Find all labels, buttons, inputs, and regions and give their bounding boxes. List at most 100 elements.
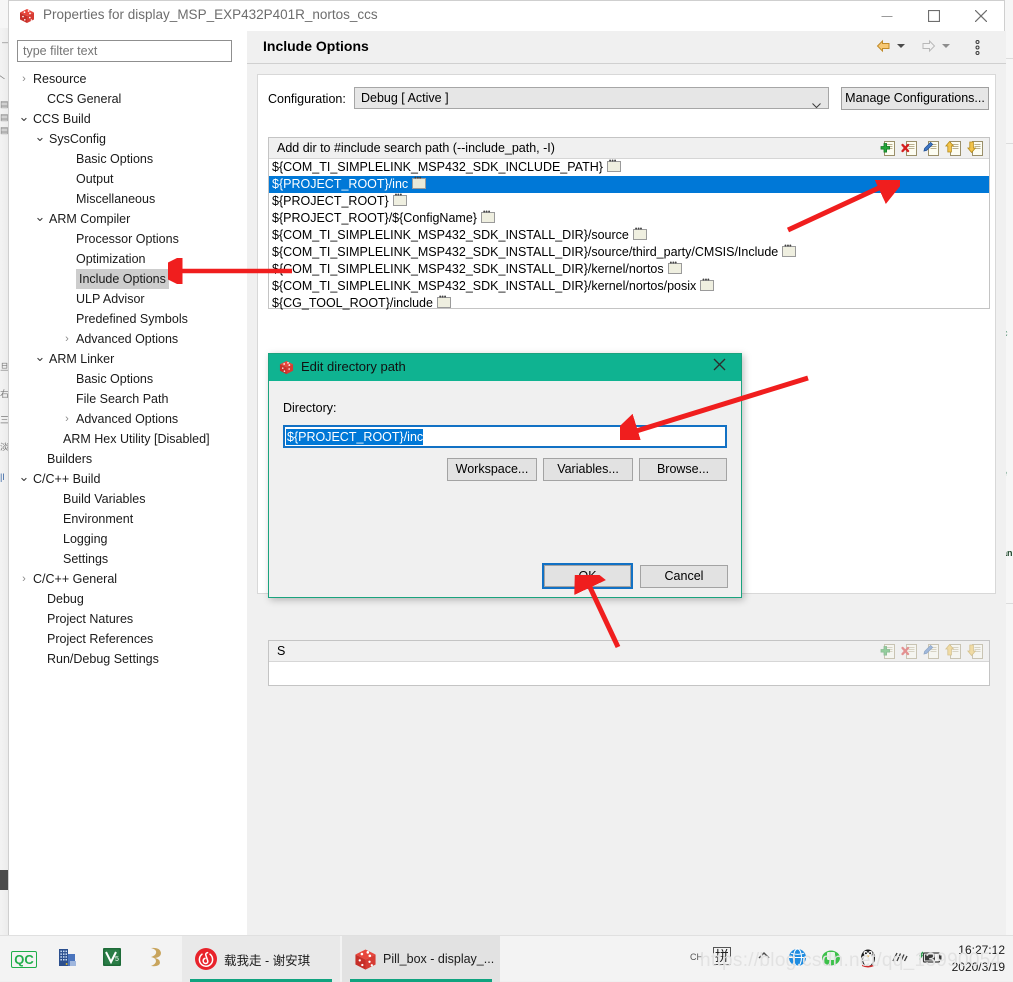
taskbar-icon-gold-app[interactable] [134, 936, 178, 982]
tree-item-run-debug-settings[interactable]: Run/Debug Settings [9, 649, 247, 669]
view-menu-icon[interactable] [975, 40, 980, 60]
tree-item-arm-hex-utility-disabled[interactable]: ARM Hex Utility [Disabled] [9, 429, 247, 449]
qq-penguin-icon[interactable] [859, 947, 877, 973]
chevron-down-icon[interactable]: ⌄ [33, 129, 47, 144]
chevron-right-icon[interactable]: › [60, 329, 74, 349]
variable-ellipsis-icon[interactable] [606, 156, 621, 173]
tree-item-basic-options[interactable]: Basic Options [9, 149, 247, 169]
add-path-icon[interactable] [879, 140, 897, 157]
tree-item-debug[interactable]: Debug [9, 589, 247, 609]
taskbar-icon-building[interactable] [46, 936, 90, 982]
move-down-icon[interactable] [966, 643, 985, 660]
tree-item-resource[interactable]: › Resource [9, 69, 247, 89]
filter-input[interactable] [17, 40, 232, 62]
delete-path-icon[interactable] [901, 643, 919, 660]
include-path-row[interactable]: ${COM_TI_SIMPLELINK_MSP432_SDK_INSTALL_D… [269, 275, 989, 295]
variable-ellipsis-icon[interactable] [392, 190, 407, 207]
include-path-row[interactable]: ${PROJECT_ROOT} [269, 190, 989, 210]
battery-icon[interactable] [918, 950, 943, 969]
delete-path-icon[interactable] [901, 140, 919, 157]
tree-item-arm-compiler[interactable]: ⌄ ARM Compiler [9, 209, 247, 229]
manage-configurations-button[interactable]: Manage Configurations... [841, 87, 989, 110]
tree-item-project-references[interactable]: Project References [9, 629, 247, 649]
back-arrow-icon[interactable] [876, 39, 891, 58]
include-path-row[interactable]: ${PROJECT_ROOT}/inc [269, 173, 989, 193]
include-path-row[interactable]: ${PROJECT_ROOT}/${ConfigName} [269, 207, 989, 227]
tree-item-c-c-general[interactable]: › C/C++ General [9, 569, 247, 589]
taskbar-app-netease-music[interactable]: 载我走 - 谢安琪 [182, 936, 340, 982]
tree-item-build-variables[interactable]: Build Variables [9, 489, 247, 509]
green-shield-icon[interactable] [821, 949, 841, 972]
forward-arrow-icon[interactable] [921, 39, 936, 58]
ok-button[interactable]: OK [544, 565, 631, 587]
chevron-down-icon[interactable]: ⌄ [33, 349, 47, 364]
tree-item-builders[interactable]: Builders [9, 449, 247, 469]
clock[interactable]: 16:27:12 2020/3/19 [952, 942, 1005, 976]
tree-item-settings[interactable]: Settings [9, 549, 247, 569]
tree-item-ulp-advisor[interactable]: ULP Advisor [9, 289, 247, 309]
tree-item-c-c-build[interactable]: ⌄ C/C++ Build [9, 469, 247, 489]
variable-ellipsis-icon[interactable] [700, 275, 715, 292]
tree-item-file-search-path[interactable]: File Search Path [9, 389, 247, 409]
close-icon[interactable] [958, 1, 1004, 31]
tree-item-arm-linker[interactable]: ⌄ ARM Linker [9, 349, 247, 369]
tree-item-environment[interactable]: Environment [9, 509, 247, 529]
variables-button[interactable]: Variables... [543, 458, 633, 481]
globe-icon[interactable] [788, 948, 807, 972]
variable-ellipsis-icon[interactable] [480, 207, 495, 224]
include-path-row[interactable]: ${COM_TI_SIMPLELINK_MSP432_SDK_INSTALL_D… [269, 258, 989, 278]
include-path-row[interactable]: ${COM_TI_SIMPLELINK_MSP432_SDK_INSTALL_D… [269, 241, 989, 261]
tree-item-predefined-symbols[interactable]: Predefined Symbols [9, 309, 247, 329]
minimize-button[interactable] [864, 1, 910, 31]
wifi-icon[interactable] [891, 950, 909, 969]
tree-item-output[interactable]: Output [9, 169, 247, 189]
include-path-list[interactable]: ${COM_TI_SIMPLELINK_MSP432_SDK_INCLUDE_P… [269, 156, 989, 312]
back-dropdown-caret-icon[interactable] [897, 44, 905, 48]
tree-item-sysconfig[interactable]: ⌄ SysConfig [9, 129, 247, 149]
chevron-right-icon[interactable]: › [17, 569, 31, 589]
tree-item-optimization[interactable]: Optimization [9, 249, 247, 269]
tree-item-ccs-general[interactable]: CCS General [9, 89, 247, 109]
workspace-button[interactable]: Workspace... [447, 458, 537, 481]
variable-ellipsis-icon[interactable] [667, 258, 682, 275]
variable-ellipsis-icon[interactable] [436, 292, 451, 309]
variable-ellipsis-icon[interactable] [632, 224, 647, 241]
chevron-right-icon[interactable]: › [60, 409, 74, 429]
close-icon[interactable] [713, 358, 733, 377]
variable-ellipsis-icon[interactable] [412, 173, 427, 190]
lang-ch-indicator[interactable]: CH [690, 952, 703, 962]
ime-pinyin-icon[interactable]: 拼 [713, 947, 731, 965]
move-up-icon[interactable] [944, 643, 963, 660]
directory-input[interactable]: ${PROJECT_ROOT}/inc [283, 425, 727, 448]
chevron-down-icon[interactable]: ⌄ [17, 469, 31, 484]
tree-item-logging[interactable]: Logging [9, 529, 247, 549]
tree-item-advanced-options[interactable]: › Advanced Options [9, 409, 247, 429]
move-up-icon[interactable] [944, 140, 963, 157]
chevron-down-icon[interactable]: ⌄ [17, 109, 31, 124]
move-down-icon[interactable] [966, 140, 985, 157]
include-path-row[interactable]: ${COM_TI_SIMPLELINK_MSP432_SDK_INSTALL_D… [269, 224, 989, 244]
taskbar-icon-qc[interactable]: QC [2, 936, 46, 982]
taskbar-app-ccs[interactable]: Pill_box - display_... [342, 936, 500, 982]
cancel-button[interactable]: Cancel [640, 565, 728, 588]
edit-path-icon[interactable] [923, 643, 941, 660]
tree-item-include-options[interactable]: Include Options [9, 269, 247, 289]
configuration-select[interactable]: Debug [ Active ] [354, 87, 829, 109]
chevron-down-icon[interactable]: ⌄ [33, 209, 47, 224]
include-path-row[interactable]: ${COM_TI_SIMPLELINK_MSP432_SDK_INCLUDE_P… [269, 156, 989, 176]
tree-item-processor-options[interactable]: Processor Options [9, 229, 247, 249]
maximize-button[interactable] [911, 1, 957, 31]
show-hidden-icons-chevron[interactable] [757, 949, 771, 968]
variable-ellipsis-icon[interactable] [782, 241, 797, 258]
chevron-right-icon[interactable]: › [17, 69, 31, 89]
taskbar-icon-v5[interactable]: 5 [90, 936, 134, 982]
tree-item-advanced-options[interactable]: › Advanced Options [9, 329, 247, 349]
tree-item-miscellaneous[interactable]: Miscellaneous [9, 189, 247, 209]
browse-button[interactable]: Browse... [639, 458, 727, 481]
include-path-row[interactable]: ${CG_TOOL_ROOT}/include [269, 292, 989, 312]
forward-dropdown-caret-icon[interactable] [942, 44, 950, 48]
settings-tree[interactable]: › Resource CCS General ⌄ CCS Build ⌄ SysConfig… [9, 69, 247, 669]
tree-item-ccs-build[interactable]: ⌄ CCS Build [9, 109, 247, 129]
tree-item-basic-options[interactable]: Basic Options [9, 369, 247, 389]
add-path-icon[interactable] [879, 643, 897, 660]
